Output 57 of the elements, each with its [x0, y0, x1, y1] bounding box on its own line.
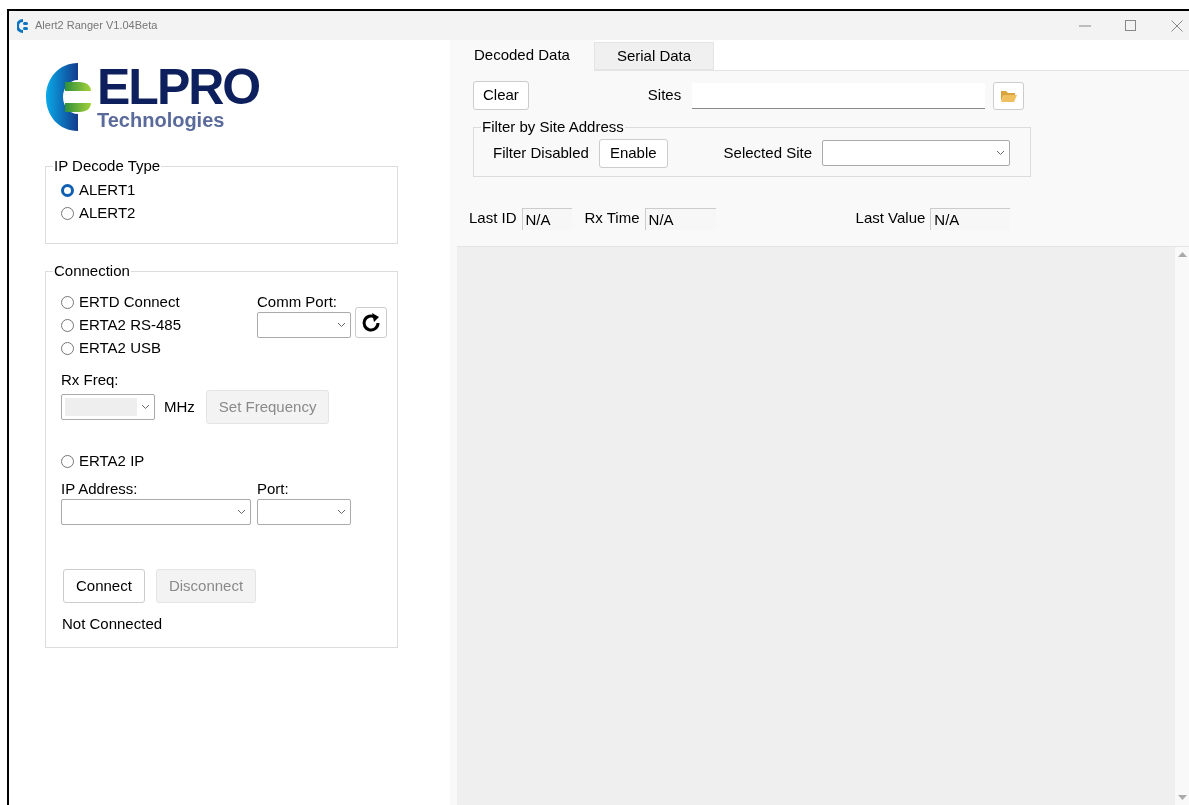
chevron-down-icon	[141, 404, 150, 410]
radio-button[interactable]	[61, 184, 74, 197]
chevron-down-icon	[337, 322, 346, 328]
logo-subtitle: Technologies	[97, 110, 226, 130]
readout-label: Last ID	[469, 208, 517, 229]
tab[interactable]: Decoded Data	[450, 40, 594, 71]
tab[interactable]: Serial Data	[593, 42, 715, 70]
sites-field[interactable]	[692, 82, 986, 109]
refresh-button[interactable]	[355, 307, 387, 338]
folder-icon	[1000, 89, 1017, 102]
filter-status: Filter Disabled	[493, 142, 589, 163]
readout-value: N/A	[930, 207, 1011, 230]
rx-freq-dropdown[interactable]	[61, 394, 155, 420]
rx-freq-label: Rx Freq:	[61, 370, 120, 390]
radio-button[interactable]	[61, 296, 74, 309]
close-icon[interactable]	[1171, 19, 1183, 32]
chevron-down-icon	[996, 150, 1005, 156]
port-label: Port:	[257, 479, 290, 499]
sites-label: Sites	[647, 85, 682, 106]
scroll-down-icon	[1177, 795, 1187, 801]
readout-value: N/A	[521, 207, 572, 230]
radio-label[interactable]: ERTD Connect	[79, 291, 180, 314]
readout-label: Rx Time	[584, 208, 640, 229]
selected-site-label: Selected Site	[723, 142, 812, 163]
window-title: Alert2 Ranger V1.04Beta	[35, 18, 158, 34]
readout-label: Last Value	[855, 208, 926, 229]
chevron-down-icon	[337, 509, 346, 515]
ip-address-dropdown[interactable]	[61, 499, 251, 525]
logo-wordmark: ELPRO	[97, 64, 260, 110]
connection-status: Not Connected	[62, 614, 164, 634]
port-dropdown[interactable]	[257, 499, 351, 525]
radio-label[interactable]: ERTA2 IP	[79, 450, 145, 473]
scroll-up-icon	[1177, 251, 1187, 257]
radio-label[interactable]: ERTA2 RS-485	[79, 314, 181, 337]
minimize-icon[interactable]	[1079, 24, 1091, 27]
enable-button[interactable]: Enable	[598, 138, 668, 168]
radio-button[interactable]	[61, 319, 74, 332]
connect-button[interactable]: Connect	[63, 569, 145, 603]
radio-label[interactable]: ALERT1	[79, 179, 136, 202]
clear-button[interactable]: Clear	[473, 81, 529, 110]
group-title: Filter by Site Address	[481, 118, 625, 136]
radio-label[interactable]: ALERT2	[79, 202, 136, 225]
radio-button[interactable]	[61, 455, 74, 468]
maximize-icon[interactable]	[1125, 20, 1136, 31]
group-title: IP Decode Type	[53, 157, 162, 175]
refresh-icon	[360, 311, 382, 334]
chevron-down-icon	[237, 509, 246, 515]
app-icon	[17, 18, 29, 33]
selected-site-dropdown[interactable]	[822, 140, 1010, 166]
radio-button[interactable]	[61, 342, 74, 355]
radio-button[interactable]	[61, 207, 74, 220]
comm-port-label: Comm Port:	[257, 292, 338, 312]
readout-value: N/A	[644, 207, 716, 230]
radio-label[interactable]: ERTA2 USB	[79, 337, 161, 360]
ip-address-label: IP Address:	[61, 479, 139, 499]
open-folder-button[interactable]	[993, 81, 1025, 110]
unit-label: MHz	[164, 396, 195, 417]
